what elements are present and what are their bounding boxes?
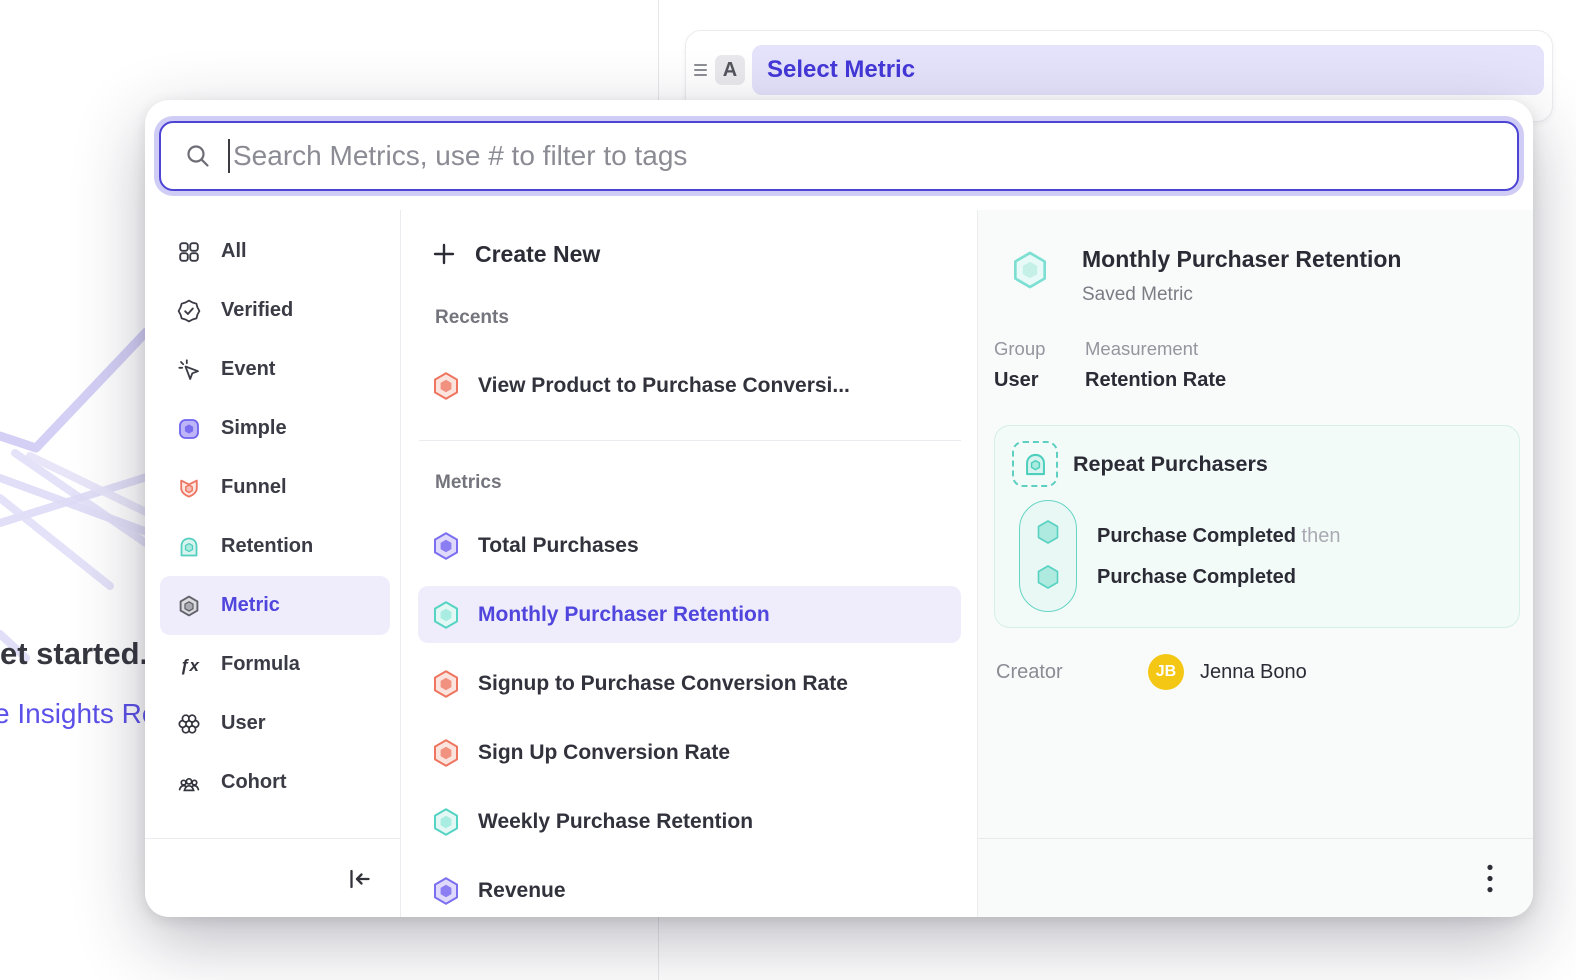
teal-hexagon-icon xyxy=(431,600,461,630)
group-value: User xyxy=(994,369,1085,392)
metric-list-item[interactable]: Signup to Purchase Conversion Rate xyxy=(401,655,977,720)
behavior-title: Repeat Purchasers xyxy=(1073,452,1268,477)
detail-title: Monthly Purchaser Retention xyxy=(1082,246,1401,273)
group-label: Group xyxy=(994,338,1085,360)
coral-hexagon-icon xyxy=(431,738,461,768)
sidebar-item-cohort[interactable]: Cohort xyxy=(160,753,390,812)
select-metric-pill[interactable]: Select Metric xyxy=(752,45,1544,95)
user-cluster-icon xyxy=(177,712,201,736)
text-caret xyxy=(228,139,230,173)
sidebar-item-metric[interactable]: Metric xyxy=(160,576,390,635)
repeat-purchasers-card: Repeat Purchasers Purchase Completed the… xyxy=(994,425,1520,628)
simple-icon xyxy=(177,417,201,441)
metric-detail-panel: Monthly Purchaser Retention Saved Metric… xyxy=(978,210,1533,917)
drag-handle-icon[interactable] xyxy=(694,64,710,76)
more-options-icon[interactable] xyxy=(1487,864,1493,893)
svg-text:ƒx: ƒx xyxy=(180,656,200,675)
background-insights-link-fragment[interactable]: e Insights Re xyxy=(0,698,157,730)
formula-icon: ƒx xyxy=(177,653,201,677)
grid-icon xyxy=(177,240,201,264)
recent-metric-item[interactable]: View Product to Purchase Conversi... xyxy=(401,360,977,412)
event-sequence-capsule xyxy=(1019,500,1077,612)
event-hexagon-icon xyxy=(1034,518,1062,546)
coral-hexagon-icon xyxy=(431,371,461,401)
purple-hexagon-icon xyxy=(431,531,461,561)
measurement-value: Retention Rate xyxy=(1085,369,1226,392)
query-row-badge: A xyxy=(715,55,745,85)
event-hexagon-icon xyxy=(1034,563,1062,591)
select-metric-label: Select Metric xyxy=(767,56,915,84)
list-divider xyxy=(419,440,961,441)
detail-footer xyxy=(978,838,1533,917)
sidebar-item-simple[interactable]: Simple xyxy=(160,399,390,458)
sidebar-footer xyxy=(145,838,400,917)
create-new-button[interactable]: Create New xyxy=(401,210,977,280)
metric-list-item[interactable]: Weekly Purchase Retention xyxy=(401,793,977,858)
recents-heading: Recents xyxy=(435,307,977,331)
detail-subtitle: Saved Metric xyxy=(1082,284,1193,306)
filter-sidebar: All Verified xyxy=(145,210,400,917)
then-connector: then xyxy=(1302,525,1341,547)
search-input[interactable] xyxy=(233,140,1517,172)
metric-list-item[interactable]: Sign Up Conversion Rate xyxy=(401,724,977,789)
saved-metric-hexagon-icon xyxy=(1010,250,1050,290)
sidebar-item-all[interactable]: All xyxy=(160,222,390,281)
sidebar-item-user[interactable]: User xyxy=(160,694,390,753)
coral-hexagon-icon xyxy=(431,669,461,699)
sidebar-item-verified[interactable]: Verified xyxy=(160,281,390,340)
cohort-icon xyxy=(177,771,201,795)
sidebar-item-event[interactable]: Event xyxy=(160,340,390,399)
detail-meta: Group Measurement User Retention Rate xyxy=(994,338,1226,392)
sidebar-item-funnel[interactable]: Funnel xyxy=(160,458,390,517)
metric-list-item[interactable]: Total Purchases xyxy=(401,517,977,582)
background-heading-fragment: et started. xyxy=(0,636,148,672)
metric-list-item[interactable]: Revenue xyxy=(401,862,977,917)
metric-list-column: Create New Recents View Product to Purch… xyxy=(400,210,978,917)
collapse-sidebar-icon[interactable] xyxy=(346,865,374,893)
search-field[interactable] xyxy=(159,121,1519,191)
measurement-label: Measurement xyxy=(1085,338,1226,360)
behavior-step-1: Purchase Completed then xyxy=(1097,525,1340,548)
creator-avatar: JB xyxy=(1148,654,1184,690)
search-icon xyxy=(185,143,212,170)
sidebar-item-retention[interactable]: Retention xyxy=(160,517,390,576)
creator-label: Creator xyxy=(996,661,1148,684)
metrics-heading: Metrics xyxy=(435,472,977,496)
creator-name: Jenna Bono xyxy=(1200,661,1307,684)
retention-behavior-icon xyxy=(1012,441,1058,487)
verified-badge-icon xyxy=(177,299,201,323)
background-chart-illustration xyxy=(0,328,150,673)
creator-row: Creator JB Jenna Bono xyxy=(996,654,1307,690)
metric-hexagon-icon xyxy=(177,594,201,618)
metric-list-item-selected[interactable]: Monthly Purchaser Retention xyxy=(401,586,977,651)
behavior-step-2: Purchase Completed xyxy=(1097,566,1296,589)
cursor-spark-icon xyxy=(177,358,201,382)
retention-arch-icon xyxy=(177,535,201,559)
purple-hexagon-icon xyxy=(431,876,461,906)
funnel-icon xyxy=(177,476,201,500)
teal-hexagon-icon xyxy=(431,807,461,837)
plus-icon xyxy=(431,241,457,267)
sidebar-item-formula[interactable]: ƒx Formula xyxy=(160,635,390,694)
metric-picker-modal: All Verified xyxy=(145,100,1533,917)
